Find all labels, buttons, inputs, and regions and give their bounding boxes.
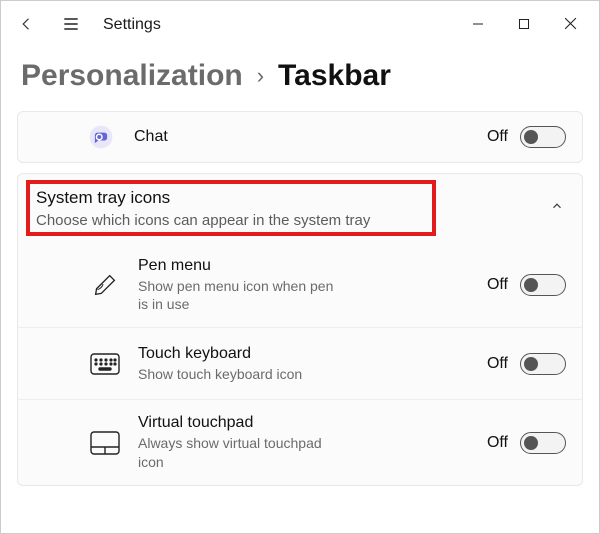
title-bar: Settings (1, 1, 599, 49)
touch-keyboard-title: Touch keyboard (138, 345, 338, 363)
touchpad-icon (88, 426, 122, 460)
pen-menu-toggle[interactable] (520, 274, 566, 296)
group-title: System tray icons (36, 188, 370, 208)
chat-row[interactable]: Chat Off (18, 112, 582, 162)
nav-menu-button[interactable] (51, 5, 91, 45)
minimize-icon (472, 18, 484, 33)
pen-icon (88, 268, 122, 302)
back-button[interactable] (7, 5, 47, 45)
pen-menu-sub: Show pen menu icon when pen is in use (138, 277, 338, 313)
virtual-touchpad-toggle-state: Off (487, 434, 508, 452)
pen-menu-toggle-state: Off (487, 276, 508, 294)
breadcrumb-parent[interactable]: Personalization (21, 59, 243, 93)
touch-keyboard-toggle-state: Off (487, 355, 508, 373)
virtual-touchpad-toggle[interactable] (520, 432, 566, 454)
pen-menu-title: Pen menu (138, 257, 338, 275)
chevron-up-icon (550, 199, 564, 218)
system-tray-header[interactable]: System tray icons Choose which icons can… (18, 174, 582, 243)
keyboard-icon (88, 347, 122, 381)
pen-menu-row[interactable]: Pen menu Show pen menu icon when pen is … (18, 243, 582, 327)
chat-toggle-state: Off (487, 128, 508, 146)
system-tray-group: System tray icons Choose which icons can… (17, 173, 583, 486)
virtual-touchpad-title: Virtual touchpad (138, 414, 338, 432)
touch-keyboard-toggle[interactable] (520, 353, 566, 375)
maximize-icon (518, 18, 530, 33)
chat-row-card: Chat Off (17, 111, 583, 163)
chat-title: Chat (134, 128, 168, 146)
close-button[interactable] (547, 9, 593, 41)
group-subtitle: Choose which icons can appear in the sys… (36, 212, 370, 229)
virtual-touchpad-row[interactable]: Virtual touchpad Always show virtual tou… (18, 399, 582, 484)
minimize-button[interactable] (455, 9, 501, 41)
chat-toggle[interactable] (520, 126, 566, 148)
touch-keyboard-row[interactable]: Touch keyboard Show touch keyboard icon … (18, 327, 582, 399)
app-title: Settings (103, 16, 161, 34)
breadcrumb-current: Taskbar (278, 59, 391, 93)
chat-icon (84, 120, 118, 154)
virtual-touchpad-sub: Always show virtual touchpad icon (138, 434, 338, 470)
breadcrumb: Personalization › Taskbar (1, 49, 599, 111)
close-icon (564, 17, 577, 33)
back-icon (18, 15, 36, 36)
touch-keyboard-sub: Show touch keyboard icon (138, 365, 338, 383)
chevron-right-icon: › (257, 63, 264, 89)
hamburger-icon (61, 14, 81, 37)
maximize-button[interactable] (501, 9, 547, 41)
